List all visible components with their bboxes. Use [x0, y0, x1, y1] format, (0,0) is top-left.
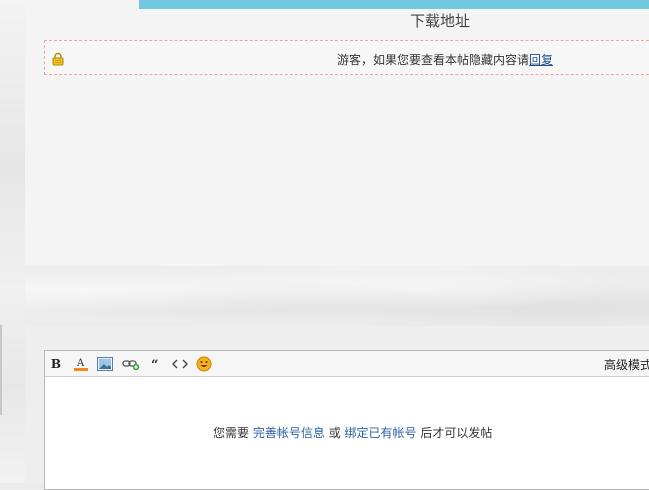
page-background-left	[0, 0, 25, 483]
reply-link[interactable]: 回复	[529, 53, 553, 67]
bold-button[interactable]: B	[47, 355, 65, 372]
reply-editor: B A “ 高级模式 您需要 完善帐号信息 或 绑定已有帐号 后才可以发帖	[44, 350, 649, 490]
font-color-button[interactable]: A	[72, 355, 90, 372]
hidden-content-message: 游客，如果您要查看本帖隐藏内容请回复	[337, 51, 553, 68]
header-accent-bar	[139, 0, 649, 9]
notice-or: 或	[328, 426, 341, 440]
hidden-content-box: 游客，如果您要查看本帖隐藏内容请回复	[44, 40, 649, 75]
emoji-icon	[196, 356, 212, 371]
code-icon	[172, 359, 188, 368]
complete-account-link[interactable]: 完善帐号信息	[253, 426, 325, 440]
background-texture	[25, 266, 649, 326]
image-button[interactable]	[96, 355, 114, 372]
hidden-content-text: 游客，如果您要查看本帖隐藏内容请	[337, 53, 530, 67]
image-icon	[97, 356, 113, 371]
quote-button[interactable]: “	[147, 355, 165, 372]
lock-icon	[52, 52, 64, 66]
editor-body[interactable]: 您需要 完善帐号信息 或 绑定已有帐号 后才可以发帖	[45, 377, 649, 489]
svg-text:A: A	[76, 358, 85, 369]
left-edge-divider	[0, 325, 2, 415]
login-notice: 您需要 完善帐号信息 或 绑定已有帐号 后才可以发帖	[213, 424, 492, 441]
link-button[interactable]	[122, 355, 140, 372]
emoji-button[interactable]	[195, 355, 213, 372]
bind-account-link[interactable]: 绑定已有帐号	[345, 426, 417, 440]
advanced-mode-link[interactable]: 高级模式	[604, 356, 649, 373]
quote-icon: “	[151, 358, 158, 370]
editor-toolbar: B A “ 高级模式	[45, 351, 649, 377]
download-title: 下载地址	[409, 12, 470, 30]
notice-prefix: 您需要	[213, 426, 250, 440]
font-color-icon: A	[74, 358, 88, 371]
link-icon	[122, 359, 140, 370]
svg-text:“: “	[151, 358, 158, 370]
notice-suffix: 后才可以发帖	[420, 426, 493, 440]
code-button[interactable]	[171, 355, 189, 372]
